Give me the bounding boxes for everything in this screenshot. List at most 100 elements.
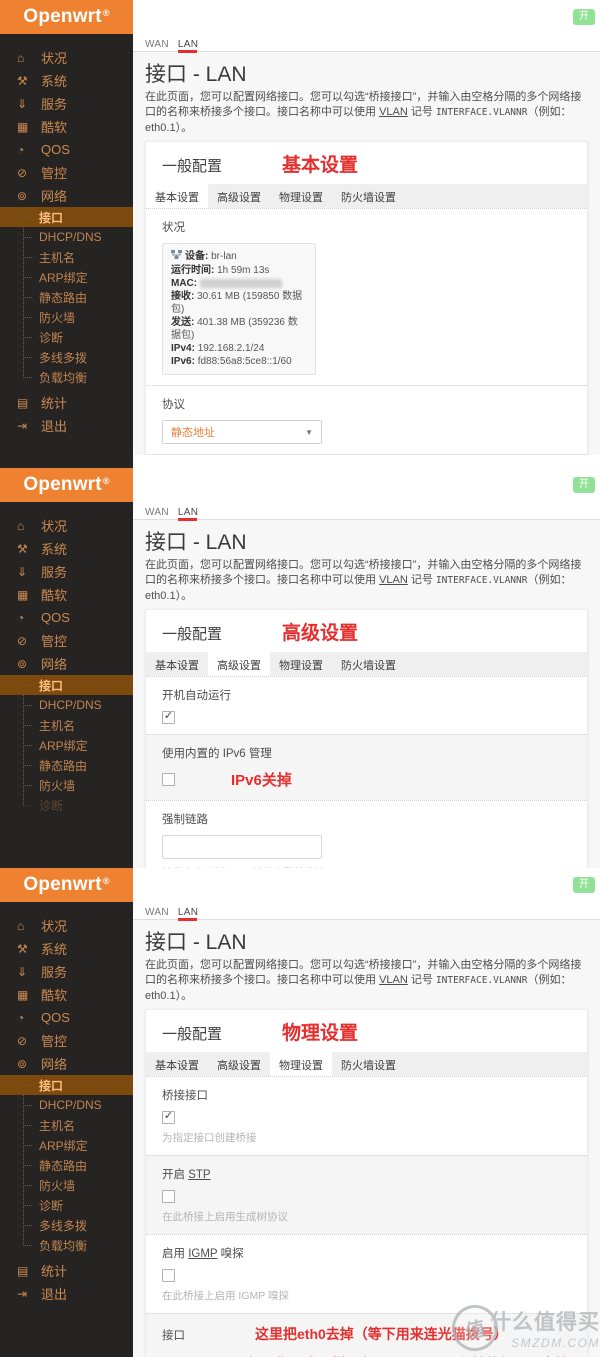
stitch-gap <box>133 455 600 468</box>
sidebar-subitem-loadbalance[interactable]: 负载均衡 <box>0 367 133 387</box>
igmp-link[interactable]: IGMP <box>188 1248 217 1260</box>
sidebar-item-qos[interactable]: ◔ QOS <box>0 1006 133 1029</box>
sidebar-toggle-button[interactable]: 开 <box>573 877 595 893</box>
sidebar-subitem-arp-bind[interactable]: ARP绑定 <box>0 1135 133 1155</box>
stp-link[interactable]: STP <box>188 1169 210 1181</box>
sidebar-item-statistics[interactable]: ▤ 统计 <box>0 391 133 414</box>
config-tab[interactable]: 防火墙设置 <box>332 1052 405 1076</box>
sidebar-item-system[interactable]: ⚒ 系统 <box>0 937 133 960</box>
sidebar-item-statistics[interactable]: ▤ 统计 <box>0 1259 133 1282</box>
sidebar-toggle-button[interactable]: 开 <box>573 477 595 493</box>
stp-help: 在此桥接上启用生成树协议 <box>162 1211 288 1224</box>
sidebar-item-network[interactable]: ⊚ 网络 <box>0 184 133 207</box>
interface-tabs: WAN LAN <box>133 502 600 521</box>
sidebar-item-logout[interactable]: ⇥ 退出 <box>0 414 133 437</box>
tab-lan[interactable]: LAN <box>177 507 198 521</box>
sidebar-item-system[interactable]: ⚒ 系统 <box>0 537 133 560</box>
sidebar-item-services[interactable]: ⇓ 服务 <box>0 560 133 583</box>
sidebar-item-qos[interactable]: ◔ QOS <box>0 138 133 161</box>
sidebar-subitem-diagnostics[interactable]: 诊断 <box>0 327 133 347</box>
tab-wan[interactable]: WAN <box>145 39 169 50</box>
sidebar-subitem-hostnames[interactable]: 主机名 <box>0 715 133 735</box>
config-tab[interactable]: 基本设置 <box>146 652 208 676</box>
sidebar-subitem-routes[interactable]: 静态路由 <box>0 287 133 307</box>
vlan-link[interactable]: VLAN <box>379 106 408 118</box>
tab-lan[interactable]: LAN <box>177 907 198 921</box>
config-tab[interactable]: 基本设置 <box>146 1052 208 1076</box>
config-tab[interactable]: 基本设置 <box>146 184 208 209</box>
ipv6-management-checkbox[interactable]: ✓ <box>162 773 175 787</box>
sidebar-item-qos[interactable]: ◔ QOS <box>0 606 133 629</box>
sidebar-subitem-dhcp-dns[interactable]: DHCP/DNS <box>0 695 133 715</box>
sidebar-subitem-arp-bind[interactable]: ARP绑定 <box>0 735 133 755</box>
tree-guide <box>23 744 32 746</box>
section-advanced-settings: Openwrt ® 开 ⌂ 状况 ⚒ 系统 ⇓ 服务 ▦ 酷软 ◔ QOS ⊘ 管控 ⊚ 网络 接口 DHCP… <box>0 468 600 868</box>
stitched-screenshot: Openwrt ® 开 ⌂ 状况 ⚒ 系统 ⇓ 服务 ▦ 酷软 ◔ QOS ⊘ 管控 ⊚ 网络 接口 DHCP… <box>0 0 600 1357</box>
sidebar-item-services[interactable]: ⇓ 服务 <box>0 960 133 983</box>
field-force-link: 强制链路 将此十六进制子 ID 前缀分配给此接口 <box>146 800 587 868</box>
tab-wan[interactable]: WAN <box>145 907 169 918</box>
field-interface: 接口 这里把eth0去掉（等下用来连光猫拨号） eth1 ▼ 如果你跟我一样只有… <box>146 1313 587 1357</box>
sidebar-item-network[interactable]: ⊚ 网络 <box>0 652 133 675</box>
config-tab[interactable]: 物理设置 <box>270 652 332 676</box>
sidebar-item-status[interactable]: ⌂ 状况 <box>0 914 133 937</box>
clock-icon: ⊘ <box>17 165 28 180</box>
sidebar-main-nav: ⌂ 状况 ⚒ 系统 ⇓ 服务 ▦ 酷软 ◔ QOS ⊘ 管控 ⊚ 网络 <box>0 46 133 207</box>
sidebar-item-control[interactable]: ⊘ 管控 <box>0 161 133 184</box>
sidebar-subitem-firewall[interactable]: 防火墙 <box>0 307 133 327</box>
interface-vlannr-code: INTERFACE.VLANNR <box>435 575 528 587</box>
sidebar-item-koolshare[interactable]: ▦ 酷软 <box>0 115 133 138</box>
sidebar-item-control[interactable]: ⊘ 管控 <box>0 1029 133 1052</box>
sidebar-item-services[interactable]: ⇓ 服务 <box>0 92 133 115</box>
sidebar-subitem-firewall[interactable]: 防火墙 <box>0 775 133 795</box>
sidebar-item-network[interactable]: ⊚ 网络 <box>0 1052 133 1075</box>
sidebar-subitem-arp-bind[interactable]: ARP绑定 <box>0 267 133 287</box>
sidebar-network-submenu: 接口 DHCP/DNS 主机名 ARP绑定 静态路由 防火墙 诊断 多线多拨 负载均衡 <box>0 1075 133 1255</box>
sidebar-subitem-interfaces[interactable]: 接口 <box>0 1075 133 1095</box>
sidebar-item-status[interactable]: ⌂ 状况 <box>0 514 133 537</box>
config-tab[interactable]: 防火墙设置 <box>332 652 405 676</box>
config-tab[interactable]: 物理设置 <box>270 1052 332 1077</box>
config-tab[interactable]: 防火墙设置 <box>332 184 405 208</box>
sidebar-subitem-dhcp-dns[interactable]: DHCP/DNS <box>0 227 133 247</box>
config-tab[interactable]: 物理设置 <box>270 184 332 208</box>
sidebar-subitem-interfaces[interactable]: 接口 <box>0 675 133 695</box>
config-tab[interactable]: 高级设置 <box>208 1052 270 1076</box>
vlan-link[interactable]: VLAN <box>379 974 408 986</box>
sidebar-subitem-loadbalance[interactable]: 负载均衡 <box>0 1235 133 1255</box>
sidebar-item-koolshare[interactable]: ▦ 酷软 <box>0 583 133 606</box>
sidebar-subitem-multiwan[interactable]: 多线多拨 <box>0 1215 133 1235</box>
sidebar-subitem-interfaces[interactable]: 接口 <box>0 207 133 227</box>
stp-checkbox[interactable]: ✓ <box>162 1190 175 1204</box>
force-link-input[interactable] <box>162 835 322 860</box>
sidebar-item-logout[interactable]: ⇥ 退出 <box>0 1282 133 1305</box>
tab-lan[interactable]: LAN <box>177 39 198 53</box>
sidebar-toggle-button[interactable]: 开 <box>573 9 595 25</box>
sidebar-item-koolshare[interactable]: ▦ 酷软 <box>0 983 133 1006</box>
tree-guide <box>23 724 32 726</box>
sidebar-subitem-routes[interactable]: 静态路由 <box>0 755 133 775</box>
vlan-link[interactable]: VLAN <box>379 574 408 586</box>
sidebar-item-system[interactable]: ⚒ 系统 <box>0 69 133 92</box>
tab-wan[interactable]: WAN <box>145 507 169 518</box>
sidebar-subitem-hostnames[interactable]: 主机名 <box>0 247 133 267</box>
logo-text: Openwrt <box>23 6 102 27</box>
bridge-checkbox[interactable]: ✓ <box>162 1111 175 1125</box>
sidebar-subitem-firewall[interactable]: 防火墙 <box>0 1175 133 1195</box>
sidebar-item-control[interactable]: ⊘ 管控 <box>0 629 133 652</box>
sidebar-item-status[interactable]: ⌂ 状况 <box>0 46 133 69</box>
sidebar-subitem-routes[interactable]: 静态路由 <box>0 1155 133 1175</box>
download-icon: ⇓ <box>17 96 28 111</box>
config-tab[interactable]: 高级设置 <box>208 184 270 208</box>
autostart-checkbox[interactable]: ✓ <box>162 711 175 725</box>
sidebar-subitem-multiwan[interactable]: 多线多拨 <box>0 347 133 367</box>
sidebar-subitem-diagnostics[interactable]: 诊断 <box>0 795 133 815</box>
clock-icon: ⊘ <box>17 633 28 648</box>
config-tab[interactable]: 高级设置 <box>208 652 270 677</box>
protocol-select[interactable]: 静态地址 ▼ <box>162 420 322 445</box>
sidebar-subitem-dhcp-dns[interactable]: DHCP/DNS <box>0 1095 133 1115</box>
interface-status-box: 设备: br-lan 运行时间: 1h 59m 13s MAC: 接收: 30.… <box>162 243 316 376</box>
igmp-checkbox[interactable]: ✓ <box>162 1269 175 1283</box>
sidebar-subitem-diagnostics[interactable]: 诊断 <box>0 1195 133 1215</box>
sidebar-subitem-hostnames[interactable]: 主机名 <box>0 1115 133 1135</box>
